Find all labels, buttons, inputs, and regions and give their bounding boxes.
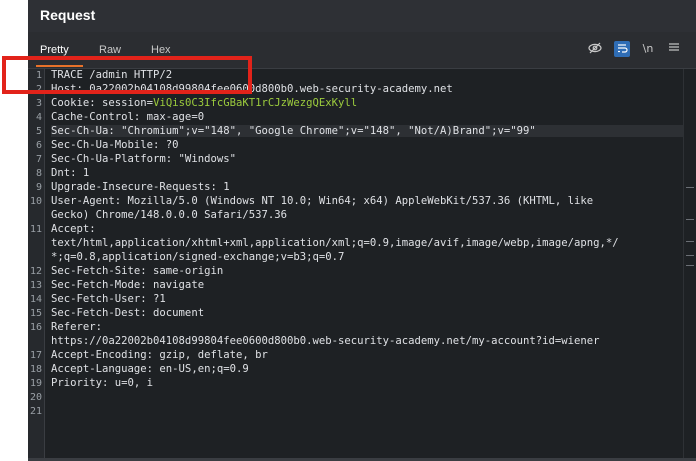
line-number: 7 [35,154,42,165]
line-number: 9 [35,182,42,193]
code-line[interactable]: Priority: u=0, i [51,377,153,389]
code-line-highlighted[interactable]: Sec-Ch-Ua: "Chromium";v="148", "Google C… [51,125,683,137]
hamburger-menu-icon[interactable] [666,41,682,57]
line-number: 17 [29,350,42,361]
line-number: 13 [29,280,42,291]
code-line[interactable]: Upgrade-Insecure-Requests: 1 [51,181,230,193]
tab-pretty[interactable]: Pretty [40,44,69,56]
code-line[interactable]: Sec-Ch-Ua-Platform: "Windows" [51,153,236,165]
tab-raw[interactable]: Raw [99,44,121,56]
code-line[interactable]: Sec-Fetch-Site: same-origin [51,265,223,277]
cookie-header-prefix: Cookie: session= [51,97,154,109]
session-cookie-value: ViQis0C3IfcGBaKT1rCJzWezgQExKyll [153,97,358,109]
line-number: 21 [29,406,42,417]
code-line[interactable]: Sec-Ch-Ua-Mobile: ?0 [51,139,179,151]
panel-title: Request [40,7,96,23]
code-line[interactable]: text/html,application/xhtml+xml,applicat… [51,237,619,249]
code-line[interactable]: Accept-Language: en-US,en;q=0.9 [51,363,249,375]
line-number: 6 [35,140,42,151]
word-wrap-icon[interactable] [614,41,630,57]
line-number: 10 [29,196,42,207]
line-number: 14 [29,294,42,305]
code-line[interactable]: Referer: [51,321,102,333]
code-line[interactable]: Gecko) Chrome/148.0.0.0 Safari/537.36 [51,209,287,221]
request-editor[interactable]: 1 TRACE /admin HTTP/2 2 Host: 0a22002b04… [28,69,696,461]
line-number: 20 [29,392,42,403]
code-line[interactable]: Sec-Fetch-User: ?1 [51,293,166,305]
annotation-highlight-box [2,56,252,94]
line-number: 19 [29,378,42,389]
eye-slash-icon[interactable] [587,41,603,57]
code-line[interactable]: https://0a22002b04108d99804fee0600d800b0… [51,335,600,347]
scroll-marker [686,255,694,256]
scroll-marker [686,187,694,188]
newline-toggle[interactable]: \n [640,41,656,57]
panel-header: Request [28,0,696,32]
line-number: 5 [35,126,42,137]
line-number: 4 [35,112,42,123]
line-number: 8 [35,168,42,179]
tab-hex[interactable]: Hex [151,44,171,56]
line-number: 16 [29,322,42,333]
code-line[interactable]: Accept-Encoding: gzip, deflate, br [51,349,268,361]
code-line[interactable]: *;q=0.8,application/signed-exchange;v=b3… [51,251,344,263]
line-number: 12 [29,266,42,277]
scroll-marker [686,219,694,220]
line-number: 11 [29,224,42,235]
code-line[interactable]: Dnt: 1 [51,167,89,179]
code-line[interactable]: Sec-Fetch-Dest: document [51,307,204,319]
scroll-marker [686,265,694,266]
line-number: 3 [35,98,42,109]
line-number: 18 [29,364,42,375]
code-line[interactable]: Accept: [51,223,96,235]
code-line[interactable]: Cookie: session=ViQis0C3IfcGBaKT1rCJzWez… [51,97,357,109]
scroll-marker [686,241,694,242]
code-line[interactable]: Sec-Fetch-Mode: navigate [51,279,204,291]
line-number: 15 [29,308,42,319]
code-line[interactable]: Cache-Control: max-age=0 [51,111,204,123]
code-line[interactable]: User-Agent: Mozilla/5.0 (Windows NT 10.0… [51,195,593,207]
editor-scrollbar[interactable] [683,69,696,461]
